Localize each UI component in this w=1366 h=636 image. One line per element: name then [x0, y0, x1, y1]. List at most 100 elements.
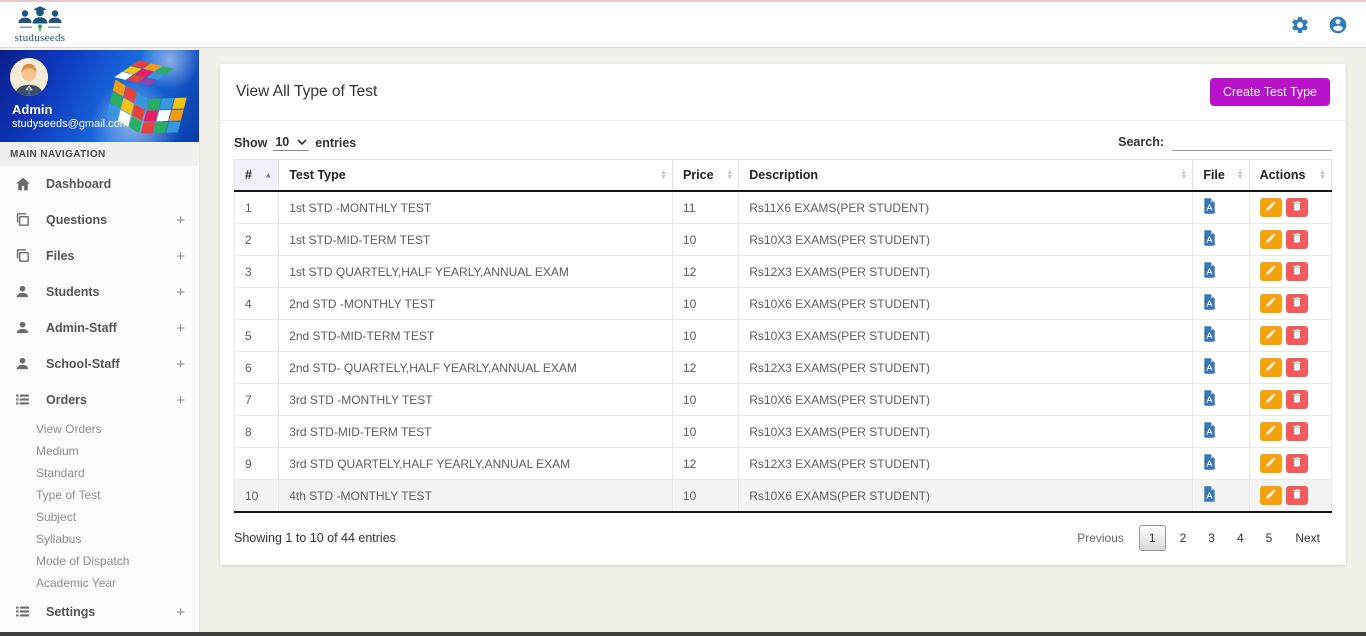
- edit-pencil-icon: [1265, 360, 1277, 375]
- pdf-file-icon[interactable]: [1203, 358, 1216, 374]
- pdf-file-icon[interactable]: [1203, 454, 1216, 470]
- cell-price: 10: [671, 479, 740, 513]
- cell-num: 2: [233, 223, 280, 256]
- sidebar-subitem-standard[interactable]: Standard: [0, 462, 199, 484]
- column-header-actions[interactable]: Actions ▲ ▼: [1248, 159, 1333, 192]
- delete-button[interactable]: [1285, 486, 1308, 505]
- edit-button[interactable]: [1259, 294, 1282, 313]
- delete-button[interactable]: [1285, 358, 1308, 377]
- pagination-page-4[interactable]: 4: [1226, 525, 1255, 551]
- page-length-select[interactable]: 10: [273, 135, 310, 151]
- delete-button[interactable]: [1285, 422, 1308, 441]
- column-header-price[interactable]: Price ▲ ▼: [671, 159, 740, 192]
- pdf-file-icon[interactable]: [1203, 486, 1216, 502]
- edit-button[interactable]: [1259, 326, 1282, 345]
- edit-button[interactable]: [1259, 422, 1282, 441]
- pagination-next[interactable]: Next: [1283, 525, 1332, 551]
- test-type-card: View All Type of Test Create Test Type S…: [220, 64, 1346, 565]
- delete-button[interactable]: [1285, 390, 1308, 409]
- profile-banner: Admin studyseeds@gmail.com: [0, 50, 199, 142]
- user-circle-icon[interactable]: [1328, 15, 1348, 35]
- sidebar-item-admin-staff[interactable]: Admin-Staff +: [0, 310, 199, 346]
- copy-icon: [14, 211, 32, 229]
- delete-button[interactable]: [1285, 230, 1308, 249]
- edit-button[interactable]: [1259, 198, 1282, 217]
- edit-button[interactable]: [1259, 230, 1282, 249]
- pdf-file-icon[interactable]: [1203, 230, 1216, 246]
- pdf-file-icon[interactable]: [1203, 294, 1216, 310]
- avatar: [10, 58, 48, 96]
- delete-button[interactable]: [1285, 198, 1308, 217]
- sidebar-subitem-type-of-test[interactable]: Type of Test: [0, 484, 199, 506]
- column-header-description[interactable]: Description ▲ ▼: [738, 159, 1194, 192]
- search-input[interactable]: [1172, 133, 1332, 151]
- sort-both-icon: ▲ ▼: [1180, 169, 1188, 181]
- delete-button[interactable]: [1285, 326, 1308, 345]
- column-header-file[interactable]: File ▲ ▼: [1192, 159, 1250, 192]
- sidebar-item-orders[interactable]: Orders +: [0, 382, 199, 418]
- sidebar-subitem-view-orders[interactable]: View Orders: [0, 418, 199, 440]
- cell-price: 12: [671, 255, 740, 288]
- cell-num: 4: [233, 287, 280, 320]
- show-label: Show: [234, 136, 268, 150]
- pdf-file-icon[interactable]: [1203, 262, 1216, 278]
- sidebar-subitem-mode-of-dispatch[interactable]: Mode of Dispatch: [0, 550, 199, 572]
- sort-both-icon: ▲ ▼: [1236, 169, 1244, 181]
- table-row: 6 2nd STD- QUARTELY,HALF YEARLY,ANNUAL EX…: [233, 351, 1333, 384]
- pagination-page-1[interactable]: 1: [1138, 525, 1166, 551]
- sidebar-item-school-staff[interactable]: School-Staff +: [0, 346, 199, 382]
- cell-actions: [1248, 190, 1333, 224]
- edit-pencil-icon: [1265, 328, 1277, 343]
- app-logo[interactable]: studuseeds: [14, 5, 66, 44]
- sidebar-item-dashboard[interactable]: Dashboard: [0, 166, 199, 202]
- sidebar-subitem-medium[interactable]: Medium: [0, 440, 199, 462]
- edit-pencil-icon: [1265, 392, 1277, 407]
- entries-label: entries: [315, 136, 357, 150]
- column-header-test-type[interactable]: Test Type ▲ ▼: [278, 159, 673, 192]
- delete-button[interactable]: [1285, 262, 1308, 281]
- delete-trash-icon: [1291, 200, 1303, 215]
- pdf-file-icon[interactable]: [1203, 198, 1216, 214]
- pdf-file-icon[interactable]: [1203, 390, 1216, 406]
- cell-actions: [1248, 351, 1333, 384]
- cell-actions: [1248, 479, 1333, 513]
- cell-num: 5: [233, 319, 280, 352]
- sidebar-item-label: Admin-Staff: [46, 321, 117, 335]
- edit-button[interactable]: [1259, 390, 1282, 409]
- edit-button[interactable]: [1259, 486, 1282, 505]
- table-row: 3 1st STD QUARTELY,HALF YEARLY,ANNUAL EXA…: [233, 255, 1333, 288]
- cell-num: 9: [233, 447, 280, 480]
- column-header-num[interactable]: # ▲: [233, 159, 280, 192]
- sidebar-item-students[interactable]: Students +: [0, 274, 199, 310]
- edit-button[interactable]: [1259, 358, 1282, 377]
- sidebar-subitem-academic-year[interactable]: Academic Year: [0, 572, 199, 594]
- sidebar-subitem-subject[interactable]: Subject: [0, 506, 199, 528]
- sidebar-item-files[interactable]: Files +: [0, 238, 199, 274]
- pagination-page-5[interactable]: 5: [1255, 525, 1284, 551]
- delete-button[interactable]: [1285, 454, 1308, 473]
- cell-num: 7: [233, 383, 280, 416]
- pdf-file-icon[interactable]: [1203, 422, 1216, 438]
- sidebar-subitem-syllabus[interactable]: Syllabus: [0, 528, 199, 550]
- pdf-file-icon[interactable]: [1203, 326, 1216, 342]
- list-icon: [14, 391, 32, 409]
- pagination-page-2[interactable]: 2: [1169, 525, 1198, 551]
- cell-description: Rs10X3 EXAMS(PER STUDENT): [738, 319, 1194, 352]
- submenu-orders: View Orders Medium Standard Type of Test Sub…: [0, 418, 199, 594]
- plus-icon: +: [176, 247, 185, 265]
- delete-button[interactable]: [1285, 294, 1308, 313]
- cell-num: 3: [233, 255, 280, 288]
- sidebar-item-settings[interactable]: Settings +: [0, 594, 199, 630]
- edit-button[interactable]: [1259, 454, 1282, 473]
- pagination-page-3[interactable]: 3: [1197, 525, 1226, 551]
- cell-test-type: 3rd STD QUARTELY,HALF YEARLY,ANNUAL EXAM: [278, 447, 673, 480]
- create-test-type-button[interactable]: Create Test Type: [1209, 78, 1330, 106]
- sidebar-item-label: Settings: [46, 605, 96, 619]
- pagination-previous[interactable]: Previous: [1065, 525, 1136, 551]
- gear-icon[interactable]: [1290, 15, 1310, 35]
- cell-price: 10: [671, 319, 740, 352]
- delete-trash-icon: [1291, 232, 1303, 247]
- edit-button[interactable]: [1259, 262, 1282, 281]
- delete-trash-icon: [1291, 488, 1303, 503]
- sidebar-item-questions[interactable]: Questions +: [0, 202, 199, 238]
